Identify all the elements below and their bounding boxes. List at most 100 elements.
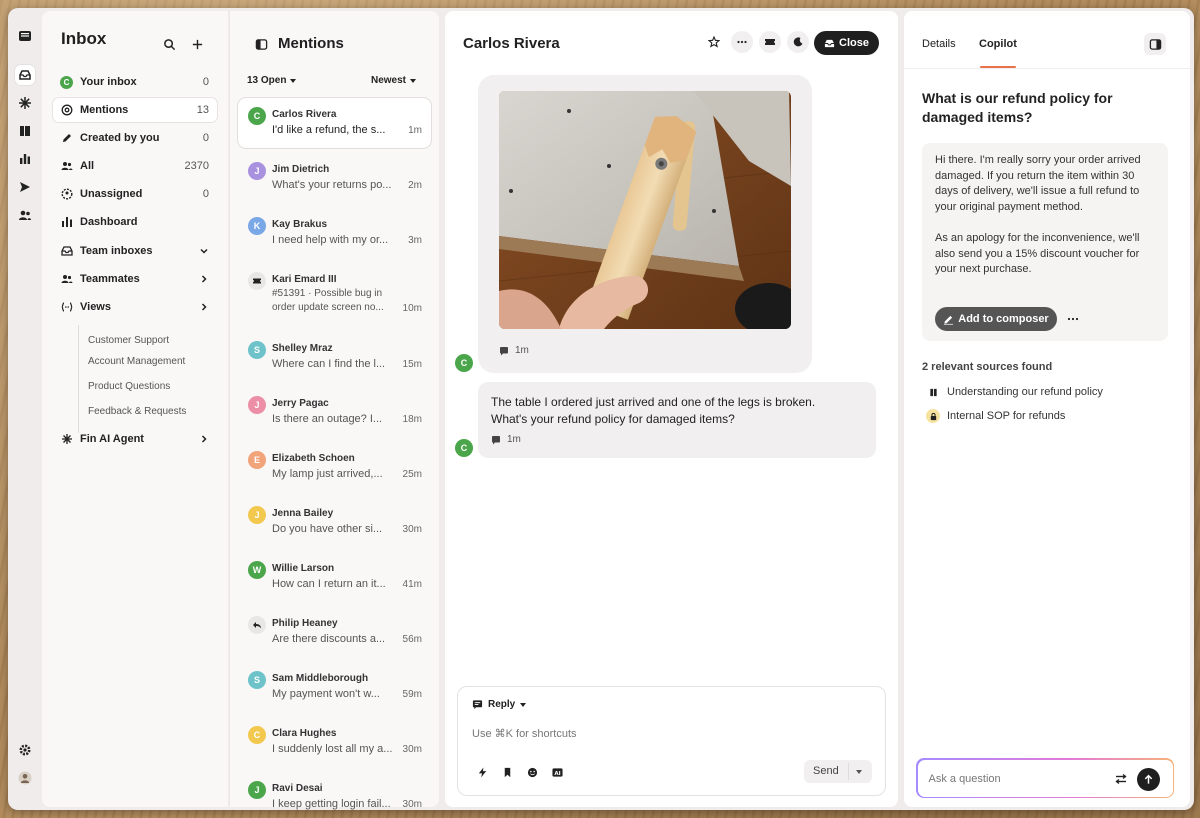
conversation-item[interactable]: S Sam Middleborough My payment won't w... 5… — [238, 662, 431, 712]
answer-paragraph: As an apology for the inconvenience, we'… — [935, 231, 1161, 278]
view-item[interactable]: Customer Support — [88, 335, 169, 346]
view-item[interactable]: Product Questions — [88, 381, 170, 392]
message-preview: Are there discounts a... — [272, 633, 386, 645]
conversation-item[interactable]: C Clara Hughes I suddenly lost all my a...… — [238, 717, 431, 767]
nav-item-created-by-you[interactable]: Created by you 0 — [53, 126, 217, 150]
send-button[interactable]: Send — [804, 760, 872, 783]
conversation-item[interactable]: Philip Heaney Are there discounts a... 56m — [238, 607, 431, 657]
conversation-item[interactable]: J Jim Dietrich What's your returns po... 2m — [238, 153, 431, 203]
question-line: What is our refund policy for — [922, 90, 1113, 106]
sort-dropdown[interactable]: Newest — [371, 75, 417, 86]
panel-toggle-icon[interactable] — [1144, 33, 1166, 55]
message-preview: Where can I find the l... — [272, 358, 386, 370]
conversation-item[interactable]: E Elizabeth Schoen My lamp just arrived,..… — [238, 442, 431, 492]
book-icon[interactable] — [15, 121, 35, 141]
contact-name: Willie Larson — [272, 563, 335, 574]
answer-line: Hi there. I'm really sorry your order ar… — [935, 154, 1141, 166]
open-filter[interactable]: 13 Open — [247, 75, 297, 86]
fin-icon[interactable] — [15, 93, 35, 113]
pencil-icon — [60, 132, 73, 145]
emoji-icon[interactable] — [525, 765, 539, 779]
source-item[interactable]: Internal SOP for refunds — [926, 409, 1065, 423]
close-conversation-button[interactable]: Close — [814, 31, 879, 55]
contact-avatar: S — [248, 671, 266, 689]
submit-question-button[interactable] — [1136, 767, 1160, 791]
composer-input[interactable]: Use ⌘K for shortcuts — [472, 727, 577, 740]
ai-icon[interactable]: AI — [550, 765, 564, 779]
message-time: 30m — [402, 744, 422, 755]
nav-item-dashboard[interactable]: Dashboard — [53, 210, 217, 234]
view-item[interactable]: Feedback & Requests — [88, 406, 186, 417]
nav-item-your-inbox[interactable]: C Your inbox 0 — [53, 70, 217, 94]
chevron-right-icon[interactable] — [199, 274, 209, 284]
add-to-composer-button[interactable]: Add to composer — [935, 307, 1057, 331]
nav-item-count: 2370 — [184, 160, 209, 172]
nav-item-views[interactable]: Views — [53, 295, 217, 319]
nav-item-teammates[interactable]: Teammates — [53, 267, 217, 291]
more-options-icon[interactable] — [731, 31, 753, 53]
caret-down-icon — [520, 702, 527, 707]
broken-table-leg-photo[interactable] — [499, 91, 791, 329]
bookmark-icon[interactable] — [500, 765, 514, 779]
reply-composer[interactable]: Reply Use ⌘K for shortcuts AI Send — [457, 686, 886, 796]
reply-arrow-icon — [248, 616, 266, 634]
ask-question-input[interactable]: Ask a question — [916, 758, 1174, 798]
reply-mode-dropdown[interactable]: Reply — [472, 699, 527, 710]
answer-paragraph: Hi there. I'm really sorry your order ar… — [935, 153, 1161, 215]
more-options-icon[interactable] — [1064, 311, 1082, 327]
conversation-item[interactable]: K Kay Brakus I need help with my or... 3m — [238, 208, 431, 258]
new-conversation-icon[interactable] — [186, 33, 208, 55]
sidebar-toggle-icon[interactable] — [250, 33, 272, 55]
nav-item-unassigned[interactable]: Unassigned 0 — [53, 182, 217, 206]
contacts-icon[interactable] — [15, 205, 35, 225]
answer-line: your original payment method. — [935, 200, 1083, 213]
ask-placeholder: Ask a question — [928, 772, 1001, 785]
nav-item-label: Dashboard — [80, 216, 138, 228]
nav-item-count: 0 — [202, 188, 209, 200]
conversation-item[interactable]: J Ravi Desai I keep getting login fail... 3… — [238, 772, 431, 810]
answer-line: days of delivery, we'll issue a full ref… — [935, 185, 1140, 198]
chevron-right-icon[interactable] — [199, 434, 209, 444]
app-window: Inbox C Your inbox 0 Mentions 13 Created… — [8, 8, 1194, 810]
star-icon[interactable] — [703, 31, 725, 53]
outbound-icon[interactable] — [15, 177, 35, 197]
user-avatar[interactable] — [15, 768, 35, 788]
nav-item-team-inboxes[interactable]: Team inboxes — [53, 239, 217, 263]
nav-item-all[interactable]: All 2370 — [53, 154, 217, 178]
chevron-right-icon[interactable] — [199, 302, 209, 312]
settings-sliders-icon[interactable] — [1114, 772, 1128, 786]
conversation-item[interactable]: W Willie Larson How can I return an it... 4… — [238, 552, 431, 602]
svg-text:AI: AI — [554, 770, 560, 776]
people-icon — [60, 160, 73, 173]
snooze-icon[interactable] — [787, 31, 809, 53]
conversation-item[interactable]: J Jenna Bailey Do you have other si... 30m — [238, 497, 431, 547]
settings-icon[interactable] — [15, 740, 35, 760]
chevron-down-icon[interactable] — [199, 246, 209, 256]
tab-divider — [904, 68, 1190, 69]
message-time: 15m — [402, 359, 422, 370]
ask-question-field[interactable]: Ask a question — [917, 759, 1173, 797]
inbox-icon — [60, 245, 73, 258]
lightning-icon[interactable] — [475, 765, 489, 779]
conversation-item[interactable]: J Jerry Pagac Is there an outage? I... 18m — [238, 387, 431, 437]
tab-copilot[interactable]: Copilot — [979, 38, 1017, 50]
message-time: 10m — [402, 303, 422, 314]
inbox-app-icon[interactable] — [15, 26, 35, 46]
conversation-item[interactable]: Kari Emard III #51391 · Possible bug in or… — [238, 263, 431, 327]
reports-icon[interactable] — [15, 149, 35, 169]
tab-details[interactable]: Details — [922, 38, 956, 50]
send-options-caret-icon[interactable] — [856, 770, 862, 774]
conversation-item[interactable]: C Carlos Rivera I'd like a refund, the s..… — [238, 98, 431, 148]
view-item[interactable]: Account Management — [88, 356, 185, 367]
message-time: 3m — [408, 235, 422, 246]
source-item[interactable]: Understanding our refund policy — [926, 385, 1103, 399]
nav-item-count: 0 — [202, 132, 209, 144]
nav-item-mentions[interactable]: Mentions 13 — [53, 98, 217, 122]
search-icon[interactable] — [158, 33, 180, 55]
conversation-item[interactable]: S Shelley Mraz Where can I find the l... 15… — [238, 332, 431, 382]
ticket-icon[interactable] — [759, 31, 781, 53]
nav-item-fin-ai-agent[interactable]: Fin AI Agent — [53, 427, 217, 451]
inbox-icon[interactable] — [15, 65, 35, 85]
question-line: damaged items? — [922, 109, 1033, 125]
message-icon — [500, 346, 508, 355]
